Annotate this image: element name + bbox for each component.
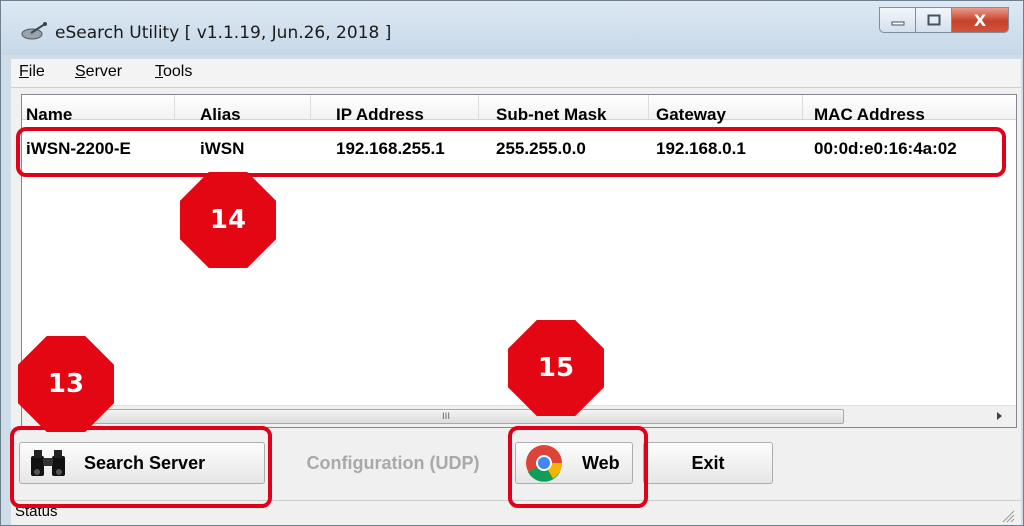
menu-server[interactable]: Server [75,63,122,81]
app-icon [21,22,47,40]
minimize-icon [891,21,904,26]
list-header: Name Alias IP Address Sub-net Mask Gatew… [22,95,1016,124]
configuration-udp-button[interactable]: Configuration (UDP) [285,442,501,484]
column-header-mac-address[interactable]: MAC Address [814,105,925,125]
web-highlight-box [508,426,648,508]
column-header-alias[interactable]: Alias [200,105,241,125]
scroll-right-arrow-icon[interactable] [997,412,1002,420]
column-header-ip-address[interactable]: IP Address [336,105,424,125]
column-header-name[interactable]: Name [26,105,72,125]
search-highlight-box [10,426,272,508]
callout-15: 15 [508,320,604,416]
title-bar[interactable]: eSearch Utility [ v1.1.19, Jun.26, 2018 … [1,1,1023,55]
maximize-button[interactable] [915,7,951,33]
minimize-button[interactable] [879,7,915,33]
resize-grip-icon[interactable] [999,507,1015,523]
column-header-gateway[interactable]: Gateway [656,105,726,125]
menu-file[interactable]: File [19,63,45,81]
close-button[interactable]: X [951,7,1009,33]
scrollbar-grip: III [442,411,450,422]
row-highlight-box [16,127,1006,177]
scrollbar-thumb[interactable]: III [48,409,844,424]
close-icon: X [973,10,987,30]
exit-button[interactable]: Exit [643,442,773,484]
column-header-subnet-mask[interactable]: Sub-net Mask [496,105,607,125]
menu-tools[interactable]: Tools [155,63,192,81]
menu-bar: File Server Tools [11,59,1021,88]
exit-label: Exit [691,452,725,473]
window-title: eSearch Utility [ v1.1.19, Jun.26, 2018 … [55,23,392,43]
configuration-udp-label: Configuration (UDP) [306,452,480,473]
horizontal-scrollbar[interactable]: III [22,405,1016,427]
maximize-icon [927,14,940,26]
window-controls: X [879,7,1009,35]
